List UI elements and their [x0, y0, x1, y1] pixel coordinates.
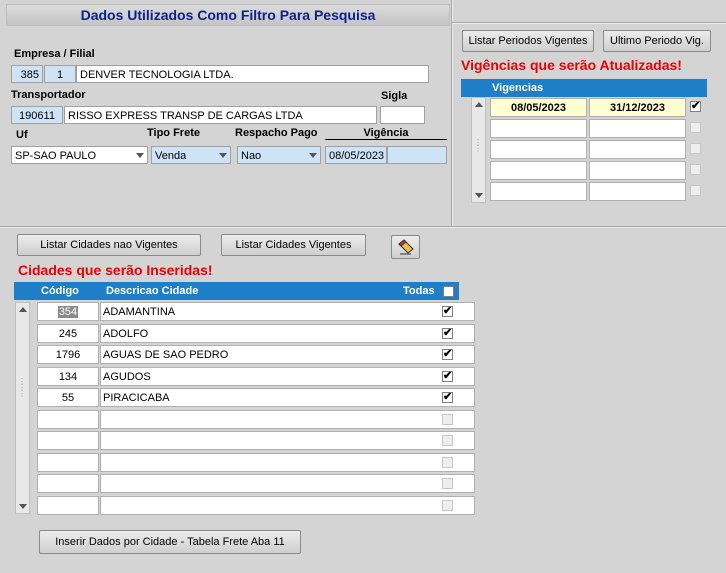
descricao-cell[interactable]: ADAMANTINA: [100, 302, 475, 321]
vigencia-label: Vigência: [325, 127, 447, 140]
empresa-name-field[interactable]: DENVER TECNOLOGIA LTDA.: [76, 65, 429, 83]
cidade-checkbox[interactable]: [442, 499, 453, 511]
cidades-title: Cidades que serão Inseridas!: [18, 262, 213, 278]
codigo-cell[interactable]: [37, 409, 99, 429]
transportador-name-field[interactable]: RISSO EXPRESS TRANSP DE CARGAS LTDA: [64, 106, 377, 124]
cidade-checkbox[interactable]: ✔: [442, 349, 453, 360]
sigla-label: Sigla: [381, 90, 408, 102]
cidade-checkbox[interactable]: [442, 413, 453, 425]
codigo-cell[interactable]: [37, 474, 99, 493]
top-right-divider: [452, 22, 726, 24]
scroll-up-icon: [19, 307, 27, 312]
empresa-code-field[interactable]: 385: [11, 65, 43, 83]
scroll-down-icon: [475, 193, 483, 198]
cidade-checkbox[interactable]: [442, 435, 453, 446]
chevron-down-icon: [219, 153, 227, 158]
descricao-cell[interactable]: [100, 431, 475, 450]
codigo-cell[interactable]: [37, 431, 99, 450]
descricao-cell[interactable]: [100, 409, 475, 429]
descricao-cell[interactable]: [100, 474, 475, 493]
tipo-frete-value: Venda: [155, 150, 187, 162]
descricao-cell[interactable]: [100, 452, 475, 472]
tipo-frete-label: Tipo Frete: [147, 127, 200, 139]
tipo-frete-select[interactable]: Venda: [151, 146, 231, 164]
descricao-cell[interactable]: PIRACICABA: [100, 388, 475, 407]
chevron-down-icon: [309, 153, 317, 158]
uf-select[interactable]: SP-SAO PAULO: [11, 146, 148, 164]
vigencia-end-cell[interactable]: [589, 182, 686, 201]
descricao-column-header: Descricao Cidade: [106, 285, 199, 297]
page-title: Dados Utilizados Como Filtro Para Pesqui…: [6, 4, 450, 26]
codigo-cell[interactable]: [37, 495, 99, 515]
scroll-up-icon: [475, 102, 483, 107]
cidade-checkbox[interactable]: [442, 456, 453, 468]
vigencia-checkbox[interactable]: [690, 185, 701, 196]
vigencia-checkbox[interactable]: [690, 164, 701, 175]
listar-cidades-nao-vigentes-button[interactable]: Listar Cidades nao Vigentes: [17, 234, 201, 256]
vigencias-title: Vigências que serão Atualizadas!: [461, 57, 682, 73]
vigencia-end-cell[interactable]: [589, 161, 686, 180]
sigla-field[interactable]: [380, 106, 425, 124]
descricao-cell[interactable]: ADOLFO: [100, 323, 475, 343]
descricao-cell[interactable]: [100, 495, 475, 515]
vigencia-start-cell[interactable]: [490, 119, 587, 138]
vertical-divider: [451, 0, 453, 226]
todas-column-header: Todas: [403, 285, 435, 297]
ultimo-periodo-button[interactable]: Ultimo Periodo Vig.: [603, 30, 711, 52]
codigo-cell[interactable]: 134: [37, 366, 99, 386]
chevron-down-icon: [136, 153, 144, 158]
uf-select-value: SP-SAO PAULO: [15, 150, 97, 162]
descricao-cell[interactable]: AGUAS DE SAO PEDRO: [100, 345, 475, 364]
vigencia-start-cell[interactable]: [490, 161, 587, 180]
transportador-label: Transportador: [11, 89, 86, 101]
respacho-select[interactable]: Nao: [237, 146, 321, 164]
descricao-cell[interactable]: AGUDOS: [100, 366, 475, 386]
cidade-checkbox[interactable]: ✔: [442, 392, 453, 403]
vigencia-checkbox[interactable]: [690, 143, 701, 154]
cidade-checkbox[interactable]: ✔: [442, 327, 453, 339]
codigo-cell[interactable]: [37, 452, 99, 472]
vigencia-start-field[interactable]: 08/05/2023: [325, 146, 387, 164]
codigo-cell[interactable]: 354: [37, 302, 99, 321]
filial-code-field[interactable]: 1: [44, 65, 76, 83]
respacho-label: Respacho Pago: [235, 127, 318, 139]
vigencia-start-cell[interactable]: 08/05/2023: [490, 98, 587, 117]
vigencia-end-cell[interactable]: [589, 119, 686, 138]
vigencias-scrollbar[interactable]: ⋮ ⋮: [471, 97, 486, 203]
cidade-checkbox[interactable]: ✔: [442, 370, 453, 382]
codigo-cell[interactable]: 1796: [37, 345, 99, 364]
clear-button[interactable]: [391, 235, 420, 259]
grip-icon: ⋮ ⋮: [474, 138, 482, 153]
codigo-column-header: Código: [41, 285, 79, 297]
respacho-value: Nao: [241, 150, 262, 162]
horizontal-divider: [0, 226, 726, 228]
vigencias-column-header: Vigencias: [492, 82, 544, 94]
codigo-cell[interactable]: 245: [37, 323, 99, 343]
inserir-dados-button[interactable]: Inserir Dados por Cidade - Tabela Frete …: [39, 530, 301, 554]
empresa-label: Empresa / Filial: [14, 48, 95, 60]
vigencia-end-field[interactable]: [387, 146, 447, 164]
vigencia-end-cell[interactable]: 31/12/2023: [589, 98, 686, 117]
vigencia-start-cell[interactable]: [490, 140, 587, 159]
grip-icon: ⋮ ⋮ ⋮: [18, 377, 26, 398]
select-all-checkbox[interactable]: [443, 286, 454, 297]
vigencia-start-cell[interactable]: [490, 182, 587, 201]
vigencia-end-cell[interactable]: [589, 140, 686, 159]
scroll-down-icon: [19, 504, 27, 509]
eraser-icon: [397, 239, 414, 255]
cidade-checkbox[interactable]: [442, 478, 453, 489]
transportador-code-field[interactable]: 190611: [11, 106, 63, 124]
vigencia-checkbox[interactable]: [690, 122, 701, 133]
vigencia-checkbox[interactable]: ✔: [690, 101, 701, 112]
vigencias-table-header: Vigencias: [461, 79, 707, 97]
codigo-cell[interactable]: 55: [37, 388, 99, 407]
listar-cidades-vigentes-button[interactable]: Listar Cidades Vigentes: [221, 234, 366, 256]
codigo-selected-text: 354: [57, 306, 79, 318]
cidades-scrollbar[interactable]: ⋮ ⋮ ⋮: [15, 302, 30, 514]
listar-periodos-button[interactable]: Listar Periodos Vigentes: [462, 30, 594, 52]
cidades-table-header: Código Descricao Cidade Todas: [14, 282, 459, 300]
cidade-checkbox[interactable]: ✔: [442, 306, 453, 317]
uf-label: Uf: [16, 129, 28, 141]
